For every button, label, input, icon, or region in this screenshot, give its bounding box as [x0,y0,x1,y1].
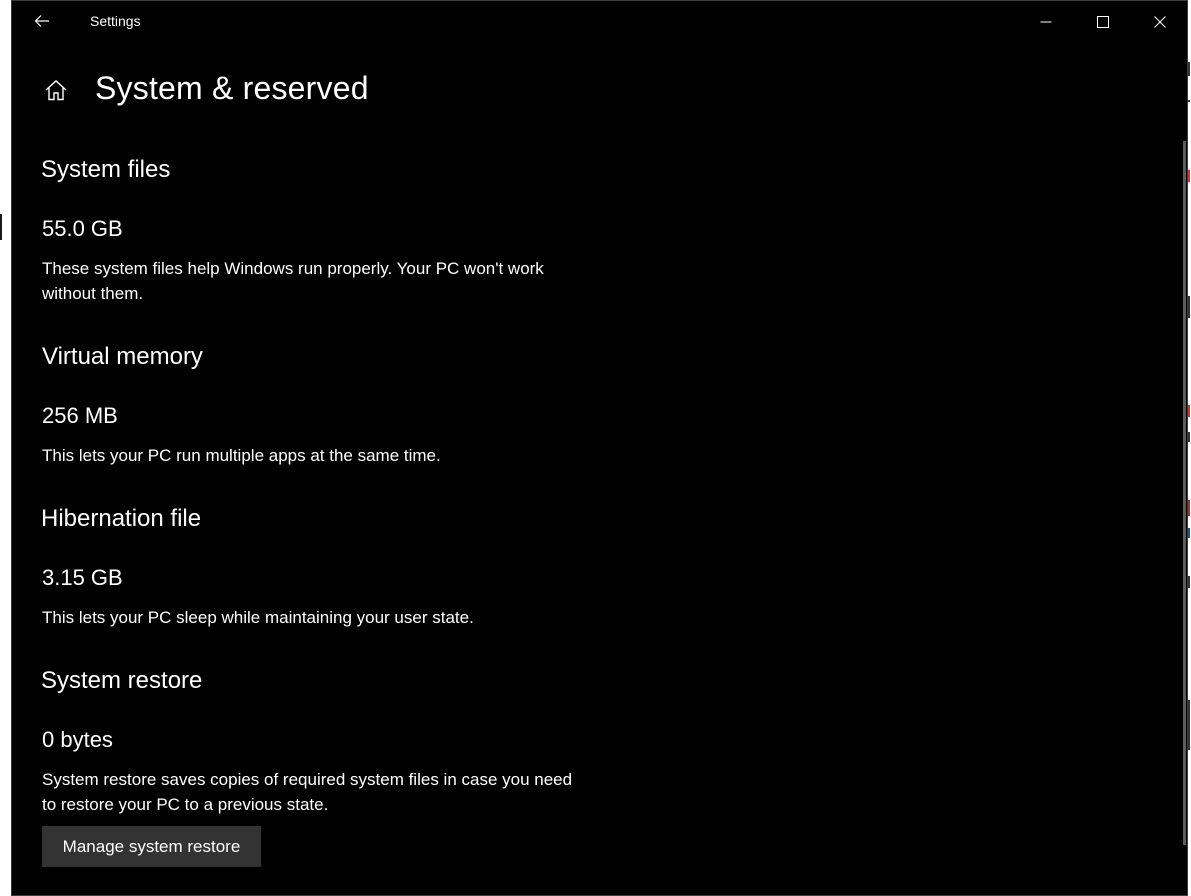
hibernation-file-description: This lets your PC sleep while maintainin… [42,608,474,627]
virtual-memory-size: 256 MB [42,403,118,428]
virtual-memory-heading: Virtual memory [42,343,203,370]
desktop-edge-mark [1188,405,1190,417]
system-restore-size: 0 bytes [42,727,113,752]
desktop-edge-mark [1188,528,1190,538]
back-arrow-icon [34,13,50,32]
scrollbar[interactable] [1183,141,1186,845]
back-button[interactable] [26,7,58,37]
title-bar: Settings [12,1,1187,43]
hibernation-file-size: 3.15 GB [42,565,123,590]
home-icon [44,79,68,105]
minimize-icon [1040,13,1052,32]
desktop-edge-mark [1188,500,1190,516]
close-icon [1153,13,1166,32]
manage-system-restore-button[interactable]: Manage system restore [42,826,261,867]
desktop-background-left [0,0,11,896]
minimize-button[interactable] [1017,1,1074,43]
system-restore-description: System restore saves copies of required … [42,770,573,814]
home-button[interactable] [39,75,73,109]
desktop-edge-mark [1188,296,1190,318]
close-button[interactable] [1131,1,1187,43]
virtual-memory-description: This lets your PC run multiple apps at t… [42,446,441,465]
desktop-edge-mark [1188,170,1190,182]
page-title: System & reserved [95,70,369,106]
desktop-edge-mark [0,214,2,240]
desktop-edge-mark [1188,700,1190,750]
system-files-size: 55.0 GB [42,216,123,241]
desktop-edge-mark [1188,100,1190,102]
maximize-icon [1096,13,1109,32]
desktop-edge-mark [1188,62,1190,76]
settings-window: Settings System & reserved System files … [11,0,1188,896]
desktop-edge-mark [1188,432,1190,442]
system-files-heading: System files [41,156,171,183]
system-restore-heading: System restore [41,667,203,694]
app-title: Settings [90,13,141,29]
system-files-description: These system files help Windows run prop… [42,259,544,303]
desktop-edge-mark [1188,576,1190,588]
maximize-button[interactable] [1074,1,1131,43]
hibernation-file-heading: Hibernation file [41,505,202,532]
